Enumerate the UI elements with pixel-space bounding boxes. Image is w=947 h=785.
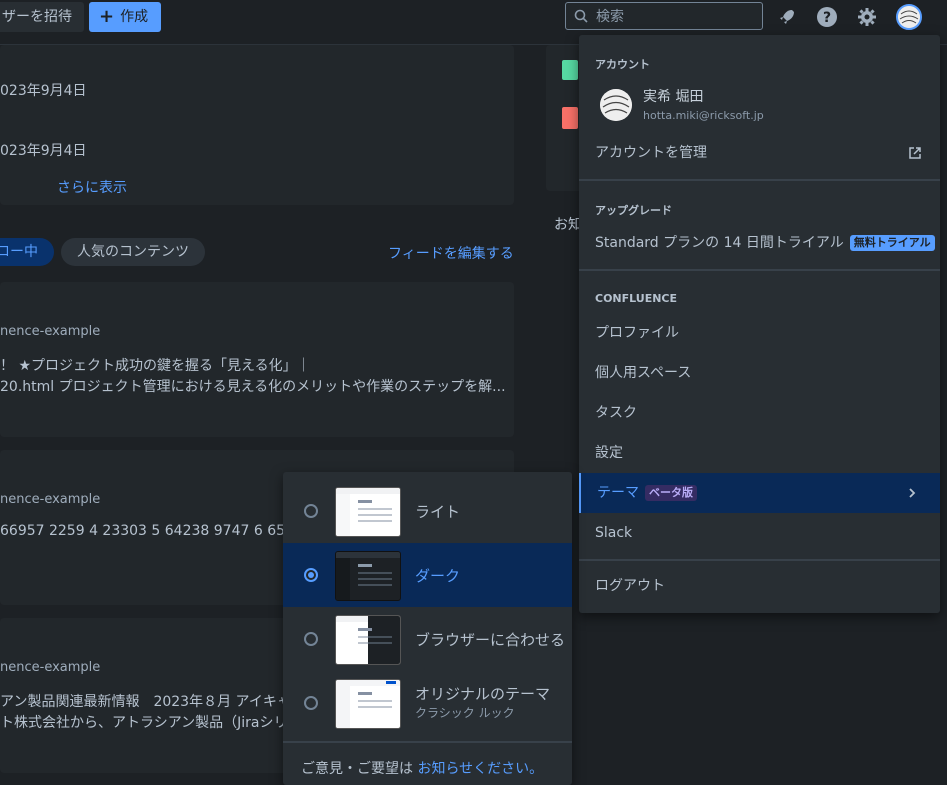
manage-account-item[interactable]: アカウントを管理 (579, 133, 940, 173)
theme-option-label: ダーク (415, 567, 461, 585)
user-name: 実希 堀田 (643, 89, 704, 105)
theme-submenu: ライト ダーク ブラウザーに合わせる オリジナルのテーマ クラシック ルック ご… (283, 472, 572, 785)
dark-theme-thumbnail (335, 551, 401, 601)
create-button[interactable]: + 作成 (89, 2, 161, 32)
gear-icon[interactable] (855, 5, 879, 29)
theme-option-label: ブラウザーに合わせる (415, 631, 566, 649)
feedback-link[interactable]: お知らせください。 (417, 761, 543, 777)
external-link-icon (909, 147, 921, 159)
light-theme-thumbnail (335, 487, 401, 537)
show-more-link[interactable]: さらに表示 (57, 177, 127, 197)
radio-button[interactable] (304, 696, 318, 710)
feedback-label: ご意見・ご要望は (301, 761, 413, 777)
help-icon[interactable]: ? (815, 5, 839, 29)
manage-account-label: アカウントを管理 (595, 145, 707, 161)
tab-following[interactable]: ロー中 (0, 238, 54, 266)
theme-option-original[interactable]: オリジナルのテーマ クラシック ルック (283, 671, 572, 735)
theme-option-dark[interactable]: ダーク (283, 543, 572, 607)
theme-option-label: ライト (415, 503, 461, 521)
personal-space-item[interactable]: 個人用スペース (579, 353, 940, 393)
app-icon (562, 107, 578, 129)
chevron-right-icon (909, 488, 916, 498)
profile-avatar-button[interactable] (896, 4, 922, 30)
notice-text: お知 (554, 217, 582, 233)
feed-title: ！ ★プロジェクト成功の鍵を握る「見える化」｜ (0, 358, 311, 374)
browser-theme-thumbnail (335, 615, 401, 665)
divider (579, 559, 940, 561)
trial-label: Standard プランの 14 日間トライアル (595, 235, 844, 251)
date-text: 023年9月4日 (0, 83, 87, 99)
settings-item[interactable]: 設定 (579, 433, 940, 473)
trial-badge: 無料トライアル (849, 235, 935, 251)
invite-users-button[interactable]: ザーを招待 (0, 2, 84, 32)
original-theme-thumbnail (335, 679, 401, 729)
recent-card: 023年9月4日 023年9月4日 さらに表示 (0, 45, 514, 205)
user-email: hotta.miki@ricksoft.jp (643, 109, 764, 122)
theme-option-light[interactable]: ライト (283, 479, 572, 543)
theme-option-match-browser[interactable]: ブラウザーに合わせる (283, 607, 572, 671)
create-label: 作成 (120, 9, 149, 25)
radio-button[interactable] (304, 632, 318, 646)
section-heading-upgrade: アップグレード (595, 204, 672, 217)
feed-excerpt: 20.html プロジェクト管理における見える化のメリットや作業のステップを解.… (0, 379, 506, 395)
feed-excerpt: ト株式会社から、アトラシアン製品（Jiraシリー (0, 715, 302, 731)
divider (579, 179, 940, 181)
theme-label: テーマ (597, 485, 639, 501)
svg-text:?: ? (823, 10, 831, 26)
app-icon (562, 60, 578, 80)
space-name: nence-example (0, 324, 101, 339)
theme-option-label: オリジナルのテーマ (415, 685, 551, 703)
date-text: 023年9月4日 (0, 143, 87, 159)
tab-popular[interactable]: 人気のコンテンツ (61, 238, 205, 266)
account-menu: アカウント 実希 堀田 hotta.miki@ricksoft.jp アカウント… (579, 35, 940, 613)
divider (579, 269, 940, 271)
section-heading-account: アカウント (595, 58, 650, 71)
search-placeholder: 検索 (596, 9, 624, 25)
profile-item[interactable]: プロファイル (579, 313, 940, 353)
plus-icon: + (99, 6, 115, 27)
rocket-icon[interactable] (775, 5, 799, 29)
trial-item[interactable]: Standard プランの 14 日間トライアル 無料トライアル (579, 223, 940, 263)
edit-feed-link[interactable]: フィードを編集する (388, 243, 514, 263)
feed-title: アン製品関連最新情報 2023年８月 アイキャッ (0, 694, 305, 710)
radio-button[interactable] (304, 504, 318, 518)
theme-item[interactable]: テーマ ベータ版 (579, 473, 940, 513)
section-heading-confluence: CONFLUENCE (595, 292, 678, 305)
divider (283, 741, 572, 743)
user-avatar (600, 89, 632, 121)
search-icon (574, 9, 588, 23)
feed-item[interactable]: nence-example ！ ★プロジェクト成功の鍵を握る「見える化」｜ 20… (0, 282, 514, 437)
feedback-text: ご意見・ご要望は お知らせください。 (301, 758, 543, 778)
theme-option-sublabel: クラシック ルック (415, 706, 515, 720)
radio-button-selected[interactable] (304, 568, 318, 582)
slack-item[interactable]: Slack (579, 513, 940, 553)
tasks-item[interactable]: タスク (579, 393, 940, 433)
search-input[interactable]: 検索 (565, 2, 763, 30)
logout-item[interactable]: ログアウト (579, 566, 940, 606)
space-name: nence-example (0, 660, 101, 675)
space-name: nence-example (0, 492, 101, 507)
beta-badge: ベータ版 (645, 485, 697, 501)
